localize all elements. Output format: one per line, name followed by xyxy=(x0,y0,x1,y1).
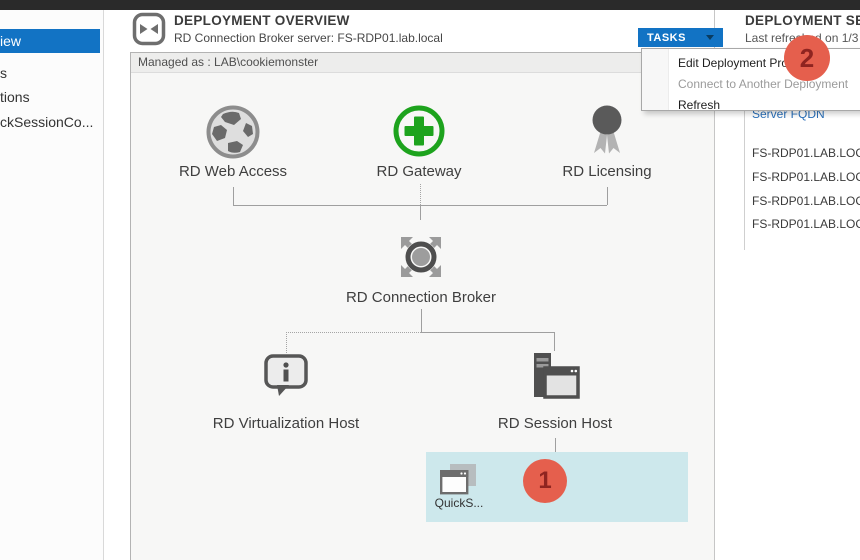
top-bar xyxy=(0,0,860,10)
annotation-badge-2: 2 xyxy=(784,35,830,81)
servers-panel-title: DEPLOYMENT SERVERS xyxy=(745,13,860,28)
sidebar-item-label: iew xyxy=(0,33,21,49)
annotation-badge-1: 1 xyxy=(523,459,567,503)
sidebar-item-label: s xyxy=(0,65,7,81)
sidebar-item-label: ckSessionCo... xyxy=(0,114,93,130)
menu-item-connect-to-another-deployment[interactable]: Connect to Another Deployment xyxy=(678,74,848,94)
tasks-button[interactable]: TASKS xyxy=(638,28,723,47)
menu-icon-gutter xyxy=(642,49,669,110)
node-label: RD Web Access xyxy=(153,163,313,181)
rds-logo-icon xyxy=(132,12,166,51)
broker-move-arrows-icon xyxy=(341,233,501,281)
node-label: RD Session Host xyxy=(475,415,635,433)
connector-line-dotted xyxy=(286,332,421,333)
tasks-button-label: TASKS xyxy=(647,32,686,44)
sidebar-item-quicksessioncollection[interactable]: ckSessionCo... xyxy=(0,112,100,132)
connector-line xyxy=(421,332,554,333)
connector-line xyxy=(554,332,555,351)
server-row[interactable]: FS-RDP01.LAB.LOCAL xyxy=(752,170,860,184)
connector-line xyxy=(233,187,234,205)
connector-line-dotted xyxy=(286,332,287,353)
globe-icon xyxy=(153,105,313,159)
node-rd-session-host[interactable]: RD Session Host xyxy=(475,351,635,433)
collection-name: QuickS... xyxy=(430,496,488,510)
server-window-icon xyxy=(475,351,635,399)
server-manager-screen: iew s tions ckSessionCo... DEPLOYMENT OV… xyxy=(0,0,860,560)
connector-line xyxy=(420,205,421,220)
server-row[interactable]: FS-RDP01.LAB.LOCAL xyxy=(752,217,860,231)
sidebar-item-label: tions xyxy=(0,89,30,105)
server-list-border xyxy=(744,110,745,250)
node-label: RD Gateway xyxy=(339,163,499,181)
node-label: RD Connection Broker xyxy=(341,289,501,307)
node-label: RD Virtualization Host xyxy=(206,415,366,433)
server-row[interactable]: FS-RDP01.LAB.LOCAL xyxy=(752,146,860,160)
managed-as-bar: Managed as : LAB\cookiemonster xyxy=(131,53,714,73)
connector-line xyxy=(607,187,608,205)
page-subtitle: RD Connection Broker server: FS-RDP01.la… xyxy=(174,31,443,45)
sidebar-item-collections[interactable]: tions xyxy=(0,87,100,107)
connector-line-dotted xyxy=(420,184,421,205)
chevron-down-icon xyxy=(706,35,714,40)
node-rd-licensing[interactable]: RD Licensing xyxy=(527,105,687,181)
node-rd-connection-broker[interactable]: RD Connection Broker xyxy=(341,233,501,307)
sidebar-item-servers[interactable]: s xyxy=(0,63,100,83)
connector-line xyxy=(555,438,556,452)
node-rd-gateway[interactable]: RD Gateway xyxy=(339,103,499,181)
menu-item-refresh[interactable]: Refresh xyxy=(678,95,720,115)
node-rd-web-access[interactable]: RD Web Access xyxy=(153,105,313,181)
rds-sidebar: iew s tions ckSessionCo... xyxy=(0,10,104,560)
page-title: DEPLOYMENT OVERVIEW xyxy=(174,13,350,28)
node-rd-virtualization-host[interactable]: RD Virtualization Host xyxy=(206,353,366,433)
ribbon-icon xyxy=(527,105,687,159)
node-label: RD Licensing xyxy=(527,163,687,181)
green-plus-icon xyxy=(339,103,499,159)
server-row[interactable]: FS-RDP01.LAB.LOCAL xyxy=(752,194,860,208)
connector-line xyxy=(421,309,422,332)
sidebar-item-overview[interactable]: iew xyxy=(0,29,100,53)
deployment-overview-tile: Managed as : LAB\cookiemonster RD Web Ac… xyxy=(130,52,715,560)
info-bubble-icon xyxy=(206,353,366,399)
